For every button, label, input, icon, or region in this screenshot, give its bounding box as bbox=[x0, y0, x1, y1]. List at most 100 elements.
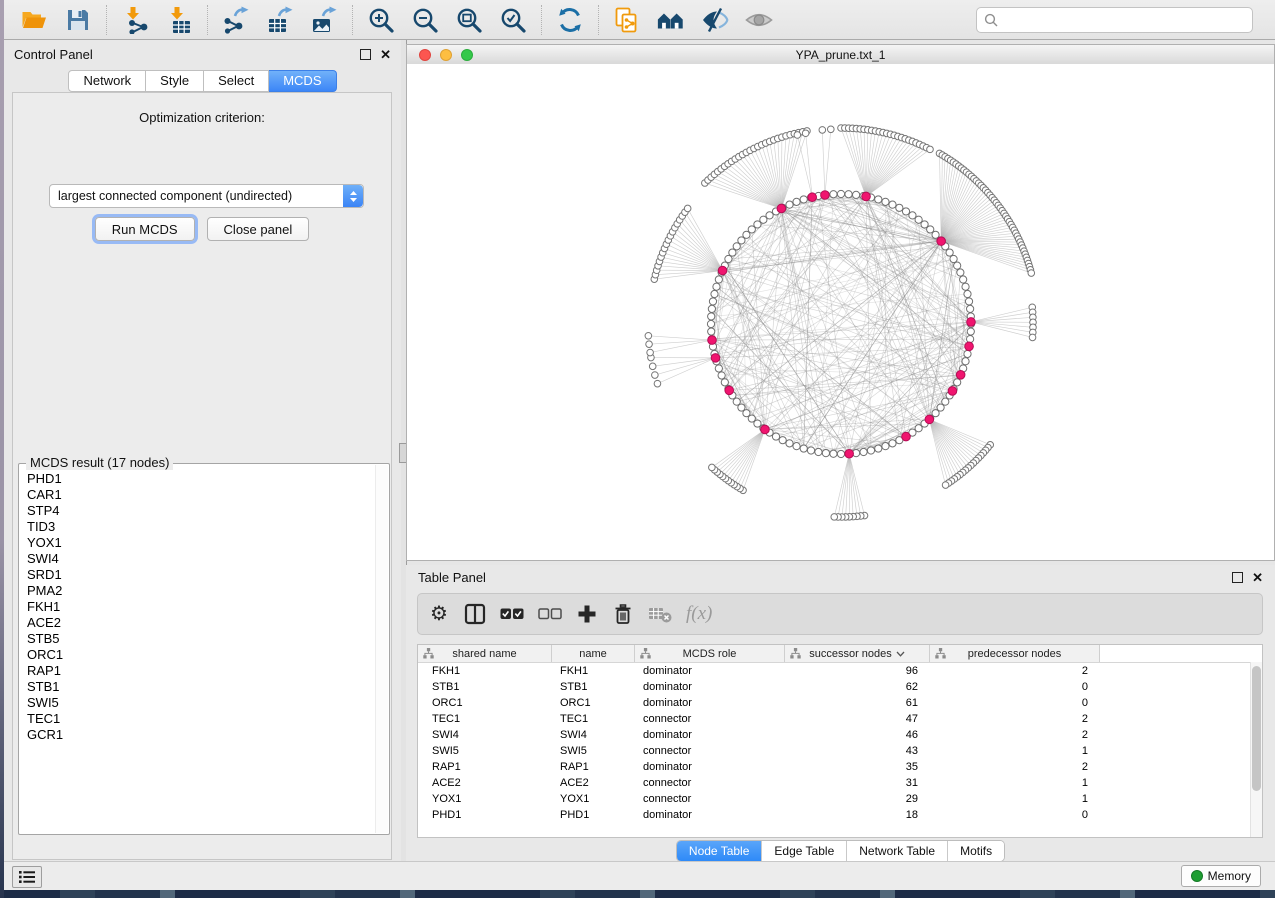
add-column-icon[interactable] bbox=[576, 601, 598, 627]
table-row[interactable]: SWI4SWI4dominator462 bbox=[418, 727, 1262, 743]
mcds-result-item[interactable]: SWI4 bbox=[20, 551, 376, 567]
mcds-result-item[interactable]: GCR1 bbox=[20, 727, 376, 743]
table-row[interactable]: STB1STB1dominator620 bbox=[418, 679, 1262, 695]
cell-shared-name: FKH1 bbox=[418, 665, 552, 677]
status-bar: Memory bbox=[4, 861, 1275, 890]
export-table-icon[interactable] bbox=[265, 5, 295, 35]
column-header-MCDS-role[interactable]: MCDS role bbox=[635, 645, 785, 662]
cell-shared-name: ACE2 bbox=[418, 777, 552, 789]
table-row[interactable]: FKH1FKH1dominator962 bbox=[418, 663, 1262, 679]
delete-column-icon[interactable] bbox=[612, 601, 634, 627]
graphics-details-icon[interactable] bbox=[656, 5, 686, 35]
run-mcds-button[interactable]: Run MCDS bbox=[95, 217, 195, 241]
mcds-result-item[interactable]: FKH1 bbox=[20, 599, 376, 615]
tab-select[interactable]: Select bbox=[204, 70, 269, 92]
search-input[interactable] bbox=[1003, 12, 1252, 28]
close-panel-button[interactable]: Close panel bbox=[207, 217, 310, 241]
column-header-name[interactable]: name bbox=[552, 645, 635, 662]
tab-edge-table[interactable]: Edge Table bbox=[762, 841, 847, 861]
table-scrollbar-thumb[interactable] bbox=[1252, 666, 1261, 791]
tab-node-table[interactable]: Node Table bbox=[677, 841, 763, 861]
table-row[interactable]: RAP1RAP1dominator352 bbox=[418, 759, 1262, 775]
cell-name: STB1 bbox=[552, 681, 635, 693]
mcds-result-item[interactable]: YOX1 bbox=[20, 535, 376, 551]
tab-network-table[interactable]: Network Table bbox=[847, 841, 948, 861]
cytoscape-window: Control Panel ✕ NetworkStyleSelectMCDS O… bbox=[4, 0, 1275, 890]
mcds-result-item[interactable]: CAR1 bbox=[20, 487, 376, 503]
table-scrollbar[interactable] bbox=[1250, 662, 1262, 837]
mcds-list-scrollbar[interactable] bbox=[375, 465, 388, 833]
table-panel-title: Table Panel bbox=[418, 570, 486, 585]
network-graph[interactable] bbox=[407, 64, 1275, 562]
float-window-icon[interactable] bbox=[360, 49, 371, 60]
toolbar-separator bbox=[352, 5, 353, 35]
control-panel: Control Panel ✕ NetworkStyleSelectMCDS O… bbox=[4, 40, 401, 862]
column-header-successor-nodes[interactable]: successor nodes bbox=[785, 645, 930, 662]
save-session-icon[interactable] bbox=[63, 5, 93, 35]
criterion-select[interactable]: largest connected component (undirected) bbox=[49, 184, 364, 208]
table-row[interactable]: ORC1ORC1dominator610 bbox=[418, 695, 1262, 711]
mcds-result-item[interactable]: TEC1 bbox=[20, 711, 376, 727]
task-history-button[interactable] bbox=[12, 866, 42, 888]
hide-visual-properties-icon[interactable] bbox=[700, 5, 730, 35]
column-header-shared-name[interactable]: shared name bbox=[418, 645, 552, 662]
desktop-edge-left bbox=[0, 0, 4, 898]
mcds-result-item[interactable]: TID3 bbox=[20, 519, 376, 535]
mcds-result-item[interactable]: PMA2 bbox=[20, 583, 376, 599]
network-window-titlebar[interactable]: YPA_prune.txt_1 bbox=[407, 45, 1274, 65]
list-icon bbox=[19, 870, 35, 884]
mcds-result-item[interactable]: RAP1 bbox=[20, 663, 376, 679]
sort-chevron-icon bbox=[896, 651, 905, 657]
memory-status-icon bbox=[1191, 870, 1203, 882]
zoom-out-icon[interactable] bbox=[410, 5, 440, 35]
memory-label: Memory bbox=[1208, 869, 1251, 883]
mcds-result-item[interactable]: SWI5 bbox=[20, 695, 376, 711]
network-canvas[interactable] bbox=[407, 64, 1274, 560]
tab-motifs[interactable]: Motifs bbox=[948, 841, 1004, 861]
mcds-result-item[interactable]: ACE2 bbox=[20, 615, 376, 631]
close-panel-icon[interactable]: ✕ bbox=[1252, 571, 1263, 584]
cell-MCDS-role: connector bbox=[635, 745, 785, 757]
table-row[interactable]: TEC1TEC1connector472 bbox=[418, 711, 1262, 727]
mcds-result-item[interactable]: ORC1 bbox=[20, 647, 376, 663]
table-row[interactable]: ACE2ACE2connector311 bbox=[418, 775, 1262, 791]
tab-mcds[interactable]: MCDS bbox=[269, 70, 336, 92]
open-folder-icon[interactable] bbox=[19, 5, 49, 35]
mcds-result-item[interactable]: SRD1 bbox=[20, 567, 376, 583]
refresh-icon[interactable] bbox=[555, 5, 585, 35]
tab-network[interactable]: Network bbox=[68, 70, 146, 92]
cell-MCDS-role: dominator bbox=[635, 761, 785, 773]
deselect-all-columns-icon[interactable] bbox=[538, 601, 562, 627]
mcds-result-item[interactable]: STB1 bbox=[20, 679, 376, 695]
clone-network-icon[interactable] bbox=[612, 5, 642, 35]
main-toolbar bbox=[4, 0, 1275, 40]
mcds-result-item[interactable]: STP4 bbox=[20, 503, 376, 519]
float-window-icon[interactable] bbox=[1232, 572, 1243, 583]
tab-style[interactable]: Style bbox=[146, 70, 204, 92]
export-image-icon[interactable] bbox=[309, 5, 339, 35]
cell-successor-nodes: 46 bbox=[785, 729, 930, 741]
import-network-icon[interactable] bbox=[120, 5, 150, 35]
table-settings-gear-icon[interactable]: ⚙ bbox=[428, 601, 450, 627]
preview-eye-icon[interactable] bbox=[744, 5, 774, 35]
zoom-fit-icon[interactable] bbox=[454, 5, 484, 35]
cell-successor-nodes: 96 bbox=[785, 665, 930, 677]
close-panel-icon[interactable]: ✕ bbox=[380, 48, 391, 61]
show-column-icon[interactable] bbox=[464, 601, 486, 627]
import-table-icon[interactable] bbox=[164, 5, 194, 35]
table-row[interactable]: SWI5SWI5connector431 bbox=[418, 743, 1262, 759]
memory-button[interactable]: Memory bbox=[1181, 865, 1261, 887]
zoom-in-icon[interactable] bbox=[366, 5, 396, 35]
hierarchy-icon bbox=[640, 648, 651, 659]
export-network-icon[interactable] bbox=[221, 5, 251, 35]
select-all-columns-icon[interactable] bbox=[500, 601, 524, 627]
zoom-selected-icon[interactable] bbox=[498, 5, 528, 35]
table-row[interactable]: PHD1PHD1dominator180 bbox=[418, 807, 1262, 823]
column-header-predecessor-nodes[interactable]: predecessor nodes bbox=[930, 645, 1100, 662]
network-view-window: YPA_prune.txt_1 bbox=[406, 44, 1275, 561]
mcds-result-item[interactable]: STB5 bbox=[20, 631, 376, 647]
cell-MCDS-role: dominator bbox=[635, 665, 785, 677]
mcds-result-item[interactable]: PHD1 bbox=[20, 471, 376, 487]
control-panel-tabs: NetworkStyleSelectMCDS bbox=[4, 70, 401, 92]
table-row[interactable]: YOX1YOX1connector291 bbox=[418, 791, 1262, 807]
